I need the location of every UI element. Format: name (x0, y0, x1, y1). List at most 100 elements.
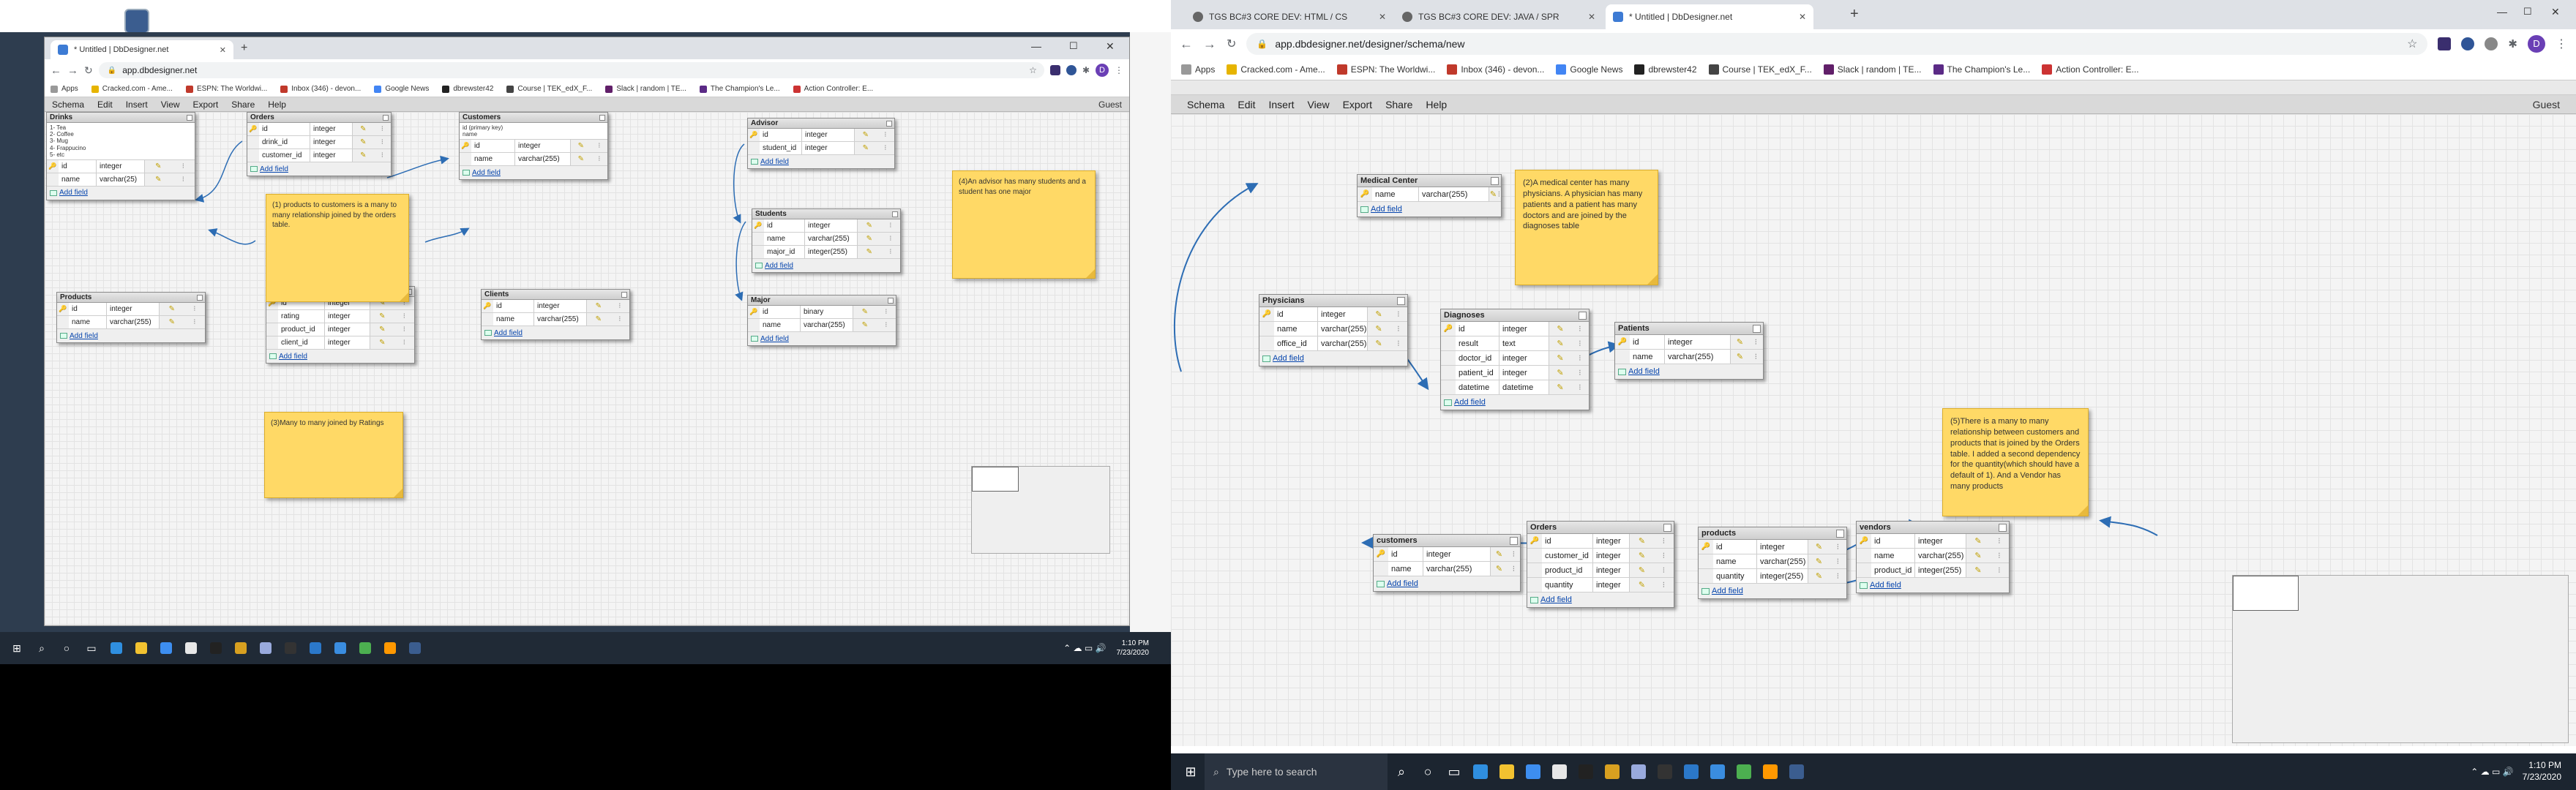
add-field-link[interactable]: Add field (1615, 364, 1763, 379)
edit-field-icon[interactable]: ✎ (1816, 542, 1822, 552)
table-vendors[interactable]: vendors 🔑 id integer ✎ ⁝ name varchar(255) ✎ ⁝ pro… (1856, 521, 2010, 593)
field-row[interactable]: 🔑 id integer ✎ ⁝ (752, 219, 900, 233)
field-settings-icon[interactable]: ⁝ (1755, 337, 1758, 347)
extension-icon[interactable] (2461, 37, 2475, 50)
edit-field-icon[interactable]: ✎ (169, 318, 175, 326)
edit-field-icon[interactable]: ✎ (1375, 339, 1382, 348)
table-header[interactable]: Students (752, 209, 900, 219)
dropbox-icon[interactable] (1521, 759, 1546, 784)
field-row[interactable]: 🔑 id integer ✎ ⁝ (1527, 534, 1674, 549)
table-options-icon[interactable] (599, 115, 605, 121)
profile-avatar[interactable]: D (2528, 35, 2545, 53)
edit-field-icon[interactable]: ✎ (1557, 324, 1563, 334)
table-header[interactable]: Advisor (748, 118, 894, 129)
bookmark-item[interactable]: Cracked.com - Ame... (1227, 64, 1325, 75)
vscode-icon[interactable] (1679, 759, 1704, 784)
add-field-link[interactable]: Add field (1259, 351, 1407, 366)
table-options-icon[interactable] (1663, 524, 1671, 532)
field-settings-icon[interactable]: ⁝ (1998, 565, 2001, 575)
puzzle-icon[interactable]: ✱ (1082, 65, 1090, 75)
field-settings-icon[interactable]: ⁝ (1397, 309, 1400, 319)
field-settings-icon[interactable]: ⁝ (1837, 557, 1840, 566)
maximize-icon[interactable]: ☐ (1069, 40, 1078, 52)
edit-field-icon[interactable]: ✎ (863, 144, 869, 152)
edit-field-icon[interactable]: ✎ (596, 315, 602, 323)
reload-icon[interactable]: ↻ (84, 64, 93, 77)
sourcetree-icon[interactable] (1600, 759, 1625, 784)
add-field-link[interactable]: Add field (247, 162, 391, 176)
tab-tgs-java[interactable]: TGS BC#3 CORE DEV: JAVA / SPR ✕ (1395, 4, 1603, 29)
menu-insert[interactable]: Insert (1268, 99, 1294, 110)
sublime-icon[interactable] (379, 637, 401, 659)
field-settings-icon[interactable]: ⁝ (1663, 565, 1666, 575)
table-header[interactable]: Products (57, 293, 205, 303)
table-options-icon[interactable] (892, 211, 898, 217)
table-options-icon[interactable] (1999, 524, 2007, 532)
field-row[interactable]: client_id integer ✎ ⁝ (266, 336, 414, 350)
table-options-icon[interactable] (886, 121, 892, 127)
table-header[interactable]: Clients (482, 290, 629, 300)
field-row[interactable]: name varchar(255) ✎ ⁝ (748, 319, 896, 332)
edit-field-icon[interactable]: ✎ (1639, 551, 1645, 560)
field-row[interactable]: 🔑 id integer ✎ ⁝ (460, 140, 607, 154)
field-settings-icon[interactable]: ⁝ (884, 144, 886, 152)
table-options-icon[interactable] (197, 295, 203, 301)
field-row[interactable]: 🔑 id integer ✎ ⁝ (1857, 534, 2009, 549)
maximize-icon[interactable]: ☐ (2523, 6, 2532, 18)
menu-edit[interactable]: Edit (97, 99, 113, 110)
cortana-icon[interactable]: ○ (1415, 759, 1440, 784)
edit-field-icon[interactable]: ✎ (1490, 189, 1497, 199)
table-header[interactable]: vendors (1857, 522, 2009, 534)
address-bar[interactable]: 🔒 app.dbdesigner.net ☆ (98, 62, 1044, 78)
field-row[interactable]: quantity integer ✎ ⁝ (1527, 578, 1674, 592)
edit-field-icon[interactable]: ✎ (866, 235, 872, 243)
field-settings-icon[interactable]: ⁝ (1579, 368, 1581, 377)
menu-export[interactable]: Export (193, 99, 219, 110)
table-patients[interactable]: Patients 🔑 id integer ✎ ⁝ name varchar(255) ✎ ⁝ Ad… (1614, 322, 1764, 380)
note-n5[interactable]: (5)There is a many to many relationship … (1942, 408, 2089, 516)
field-row[interactable]: product_id integer(255) ✎ ⁝ (1857, 563, 2009, 578)
table-header[interactable]: products (1699, 527, 1846, 540)
edit-field-icon[interactable]: ✎ (596, 302, 602, 310)
bookmark-item[interactable]: Slack | random | TE... (1823, 64, 1922, 75)
bookmark-star-icon[interactable]: ☆ (2407, 37, 2417, 51)
system-tray[interactable]: ⌃ ☁ ▭ 🔊 (1063, 643, 1113, 653)
schema-canvas[interactable]: Drinks 1- Tea 2- Coffee 3- Mug 4- Frappucino… (45, 112, 1129, 625)
close-window-icon[interactable]: ✕ (2551, 6, 2560, 18)
field-row[interactable]: product_id integer ✎ ⁝ (1527, 563, 1674, 578)
edit-field-icon[interactable]: ✎ (1974, 551, 1981, 560)
table-header[interactable]: Medical Center (1358, 175, 1501, 187)
table-options-icon[interactable] (1579, 312, 1587, 320)
field-row[interactable]: 🔑 id integer ✎ ⁝ (482, 300, 629, 313)
extension-icon[interactable] (1066, 65, 1077, 75)
edit-field-icon[interactable]: ✎ (866, 222, 872, 230)
field-settings-icon[interactable]: ⁝ (1755, 352, 1758, 361)
edit-field-icon[interactable]: ✎ (379, 339, 385, 347)
field-settings-icon[interactable]: ⁝ (1663, 580, 1666, 590)
field-row[interactable]: name varchar(255) ✎ ⁝ (1857, 549, 2009, 563)
table-options-icon[interactable] (1491, 177, 1499, 185)
edit-field-icon[interactable]: ✎ (578, 155, 584, 163)
field-settings-icon[interactable]: ⁝ (381, 138, 383, 146)
chrome-icon[interactable] (1731, 759, 1756, 784)
add-field-link[interactable]: Add field (1374, 576, 1520, 591)
edit-field-icon[interactable]: ✎ (862, 308, 868, 316)
field-settings-icon[interactable]: ⁝ (1837, 542, 1840, 552)
field-row[interactable]: result text ✎ ⁝ (1441, 336, 1589, 351)
guest-menu[interactable]: Guest (1098, 99, 1122, 110)
edit-field-icon[interactable]: ✎ (866, 248, 872, 256)
field-settings-icon[interactable]: ⁝ (403, 326, 405, 334)
edit-field-icon[interactable]: ✎ (1737, 337, 1743, 347)
forward-icon[interactable]: → (1203, 37, 1216, 52)
add-field-link[interactable]: Add field (1699, 584, 1846, 598)
bookmark-item[interactable]: Course | TEK_edX_F... (506, 85, 592, 93)
table-options-icon[interactable] (1753, 325, 1761, 333)
close-tab-icon[interactable]: ✕ (220, 45, 226, 55)
virtualbox-icon[interactable] (404, 637, 426, 659)
field-row[interactable]: name varchar(255) ✎ ⁝ (482, 313, 629, 326)
notepad-icon[interactable] (1626, 759, 1651, 784)
field-row[interactable]: 🔑 id integer ✎ ⁝ (47, 159, 195, 173)
field-settings-icon[interactable]: ⁝ (1513, 549, 1516, 559)
menu-icon[interactable]: ⋮ (2556, 37, 2567, 51)
field-settings-icon[interactable]: ⁝ (381, 125, 383, 133)
